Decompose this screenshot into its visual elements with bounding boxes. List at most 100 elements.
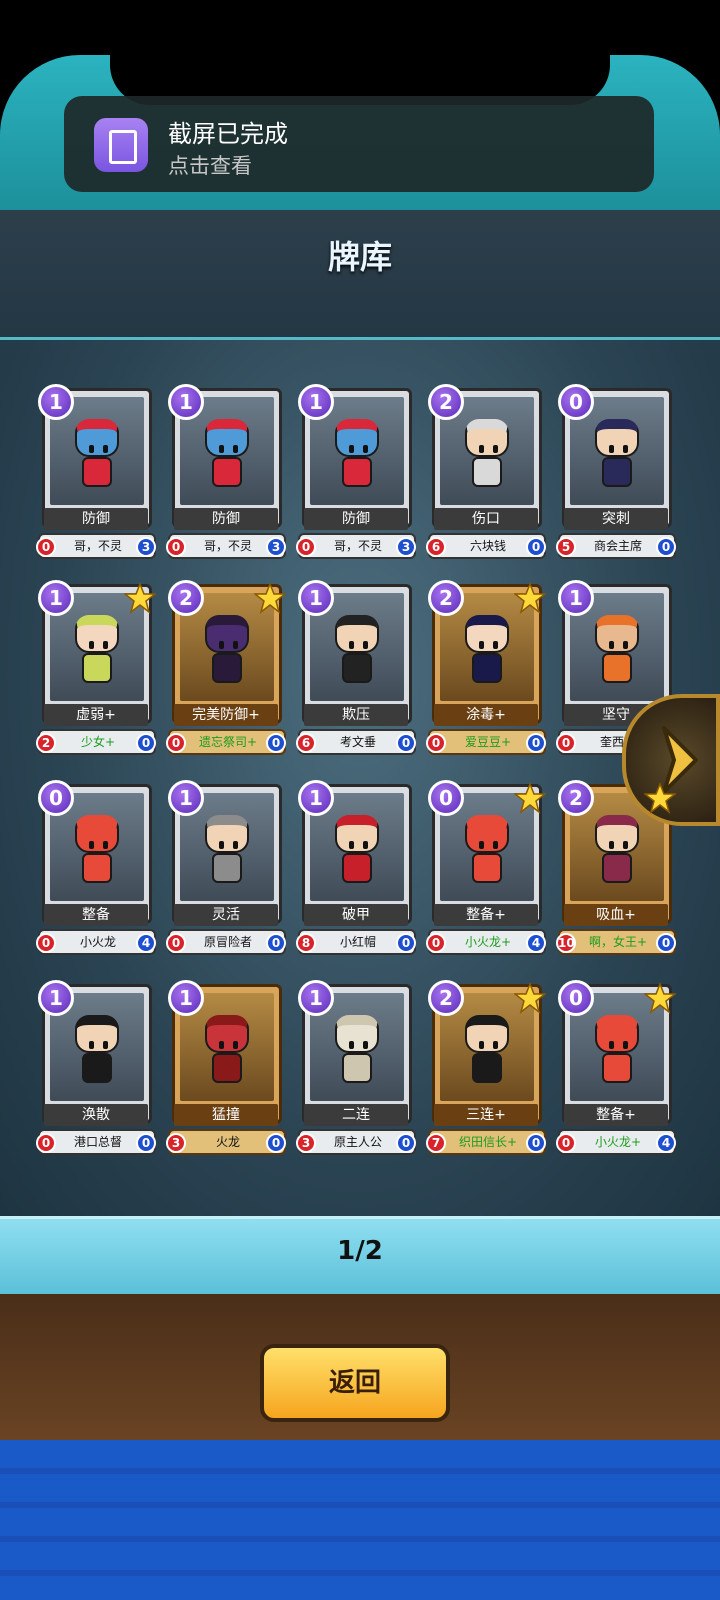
card[interactable]: 猛撞 3 火龙 0 1 [166,980,286,1156]
card[interactable]: 防御 0 哥，不灵 3 1 [296,384,416,560]
character-portrait [462,815,512,887]
character-eye [493,841,498,849]
character-portrait [72,815,122,887]
cost-badge: 0 [428,780,464,816]
card[interactable]: 涣散 0 港口总督 0 1 [36,980,156,1156]
cost-badge: 2 [168,580,204,616]
character-eye [349,841,354,849]
character-head [335,1015,379,1053]
right-value-badge: 0 [526,1133,546,1153]
character-portrait [202,1015,252,1087]
character-body [472,653,502,683]
cost-badge: 1 [168,384,204,420]
right-value-badge: 0 [526,733,546,753]
card[interactable]: 吸血+ 10 啊，女王+ 0 2 [556,780,676,956]
cost-badge: 1 [558,580,594,616]
character-eye [219,1041,224,1049]
star-icon [514,782,546,814]
card[interactable]: 涂毒+ 0 爱豆豆+ 0 2 [426,580,546,756]
cost-badge: 1 [298,780,334,816]
character-eye [349,1041,354,1049]
back-button[interactable]: 返回 [260,1344,450,1422]
character-portrait [462,419,512,491]
card-owner: 织田信长+ [458,1135,518,1149]
character-head [75,815,119,853]
character-portrait [592,419,642,491]
cost-badge: 0 [558,980,594,1016]
card[interactable]: 防御 0 哥，不灵 3 1 [36,384,156,560]
character-head [465,1015,509,1053]
character-eye [233,841,238,849]
character-head [75,419,119,457]
card[interactable]: 整备 0 小火龙 4 0 [36,780,156,956]
left-value-badge: 5 [556,537,576,557]
card-owner-bar: 0 爱豆豆+ 0 [426,729,546,755]
character-body [342,457,372,487]
card[interactable]: 伤口 6 六块钱 0 2 [426,384,546,560]
card-owner: 少女+ [80,735,116,749]
character-body [602,853,632,883]
character-eye [233,641,238,649]
card-name: 猛撞 [174,1104,278,1126]
card[interactable]: 虚弱+ 2 少女+ 0 1 [36,580,156,756]
card-name: 破甲 [304,904,408,926]
card[interactable]: 防御 0 哥，不灵 3 1 [166,384,286,560]
character-portrait [72,1015,122,1087]
character-portrait [72,419,122,491]
card-name: 虚弱+ [44,704,148,726]
right-value-badge: 0 [396,733,416,753]
card-owner-bar: 6 六块钱 0 [426,533,546,559]
card[interactable]: 突刺 5 商会主席 0 0 [556,384,676,560]
character-eye [89,445,94,453]
card-owner-bar: 0 哥，不灵 3 [296,533,416,559]
card-name: 防御 [174,508,278,530]
character-portrait [332,815,382,887]
card[interactable]: 欺压 6 考文垂 0 1 [296,580,416,756]
left-value-badge: 0 [166,733,186,753]
character-eye [363,841,368,849]
left-value-badge: 3 [166,1133,186,1153]
card-name: 吸血+ [564,904,668,926]
card-name: 突刺 [564,508,668,530]
card-owner-bar: 0 遗忘祭司+ 0 [166,729,286,755]
character-eye [479,445,484,453]
cost-badge: 2 [428,980,464,1016]
screenshot-toast[interactable]: 截屏已完成 点击查看 [64,96,654,192]
right-value-badge: 0 [526,537,546,557]
card[interactable]: 完美防御+ 0 遗忘祭司+ 0 2 [166,580,286,756]
right-value-badge: 0 [396,1133,416,1153]
card-owner: 哥，不灵 [73,539,122,553]
character-body [212,653,242,683]
character-head [595,615,639,653]
character-eye [89,1041,94,1049]
character-eye [233,1041,238,1049]
card-owner: 哥，不灵 [203,539,252,553]
card-owner-bar: 0 原冒险者 0 [166,929,286,955]
card[interactable]: 二连 3 原主人公 0 1 [296,980,416,1156]
star-icon [124,582,156,614]
card-owner-bar: 0 小火龙+ 4 [426,929,546,955]
card[interactable]: 三连+ 7 织田信长+ 0 2 [426,980,546,1156]
card[interactable]: 破甲 8 小红帽 0 1 [296,780,416,956]
cost-badge: 2 [558,780,594,816]
character-head [595,1015,639,1053]
card-name: 涂毒+ [434,704,538,726]
character-portrait [332,419,382,491]
card[interactable]: 灵活 0 原冒险者 0 1 [166,780,286,956]
character-portrait [592,1015,642,1087]
character-eye [363,1041,368,1049]
card-owner: 原主人公 [333,1135,382,1149]
character-body [342,853,372,883]
character-head [335,615,379,653]
screenshot-icon [94,118,148,172]
card-owner: 哥，不灵 [333,539,382,553]
character-head [335,419,379,457]
card[interactable]: 整备+ 0 小火龙+ 4 0 [426,780,546,956]
card-owner: 啊，女王+ [588,935,648,949]
cost-badge: 2 [428,384,464,420]
card[interactable]: 整备+ 0 小火龙+ 4 0 [556,980,676,1156]
left-value-badge: 0 [426,733,446,753]
character-body [602,1053,632,1083]
character-eye [623,1041,628,1049]
character-portrait [332,1015,382,1087]
